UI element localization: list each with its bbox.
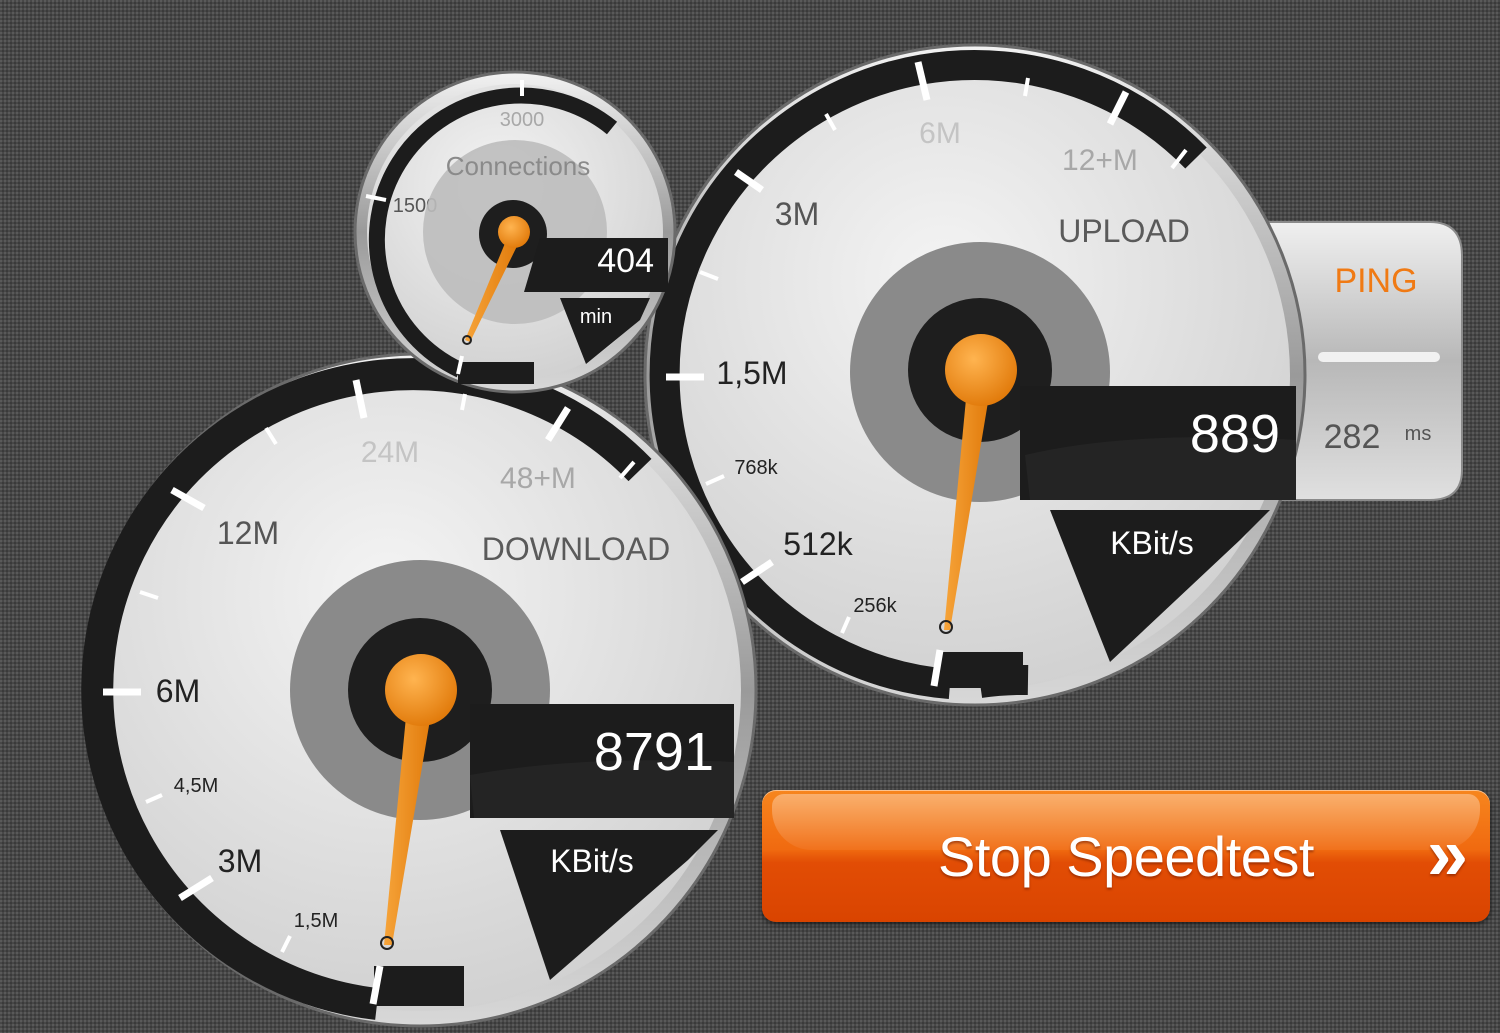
download-label-48m: 48+M <box>500 462 576 495</box>
download-title: DOWNLOAD <box>482 531 670 567</box>
stop-speedtest-button[interactable]: Stop Speedtest » <box>762 790 1490 922</box>
connections-gauge: 1500 3000 Connections 404 min <box>353 70 677 394</box>
upload-label-768k: 768k <box>734 457 778 479</box>
connections-unit: min <box>580 306 612 328</box>
upload-unit: KBit/s <box>1110 525 1194 561</box>
download-label-4-5m: 4,5M <box>174 775 218 797</box>
ping-value: 282 <box>1324 418 1381 456</box>
upload-label-6m: 6M <box>919 117 961 150</box>
upload-label-12m: 12+M <box>1062 144 1138 177</box>
upload-value: 889 <box>1190 404 1280 464</box>
connections-value: 404 <box>597 242 654 280</box>
upload-label-512k: 512k <box>783 526 853 562</box>
download-label-12m: 12M <box>217 515 279 551</box>
connections-label-3000: 3000 <box>500 109 545 131</box>
upload-label-256k: 256k <box>853 595 897 617</box>
download-unit: KBit/s <box>550 843 634 879</box>
upload-title: UPLOAD <box>1058 213 1190 249</box>
download-gauge: 1,5M 3M 4,5M 6M 12M 24M 48+M DOWNLOAD 87… <box>81 352 758 1028</box>
double-chevron-right-icon: » <box>1426 812 1468 895</box>
connections-title: Connections <box>446 151 591 181</box>
download-label-6m: 6M <box>156 673 200 709</box>
upload-label-1-5m: 1,5M <box>716 355 787 391</box>
download-value: 8791 <box>594 722 714 782</box>
download-label-1-5m: 1,5M <box>294 910 338 932</box>
download-label-3m: 3M <box>218 843 262 879</box>
ping-unit: ms <box>1405 423 1432 445</box>
ping-label: PING <box>1334 262 1417 300</box>
stop-speedtest-label: Stop Speedtest <box>938 825 1314 888</box>
download-label-24m: 24M <box>361 436 419 469</box>
upload-label-3m: 3M <box>775 196 819 232</box>
